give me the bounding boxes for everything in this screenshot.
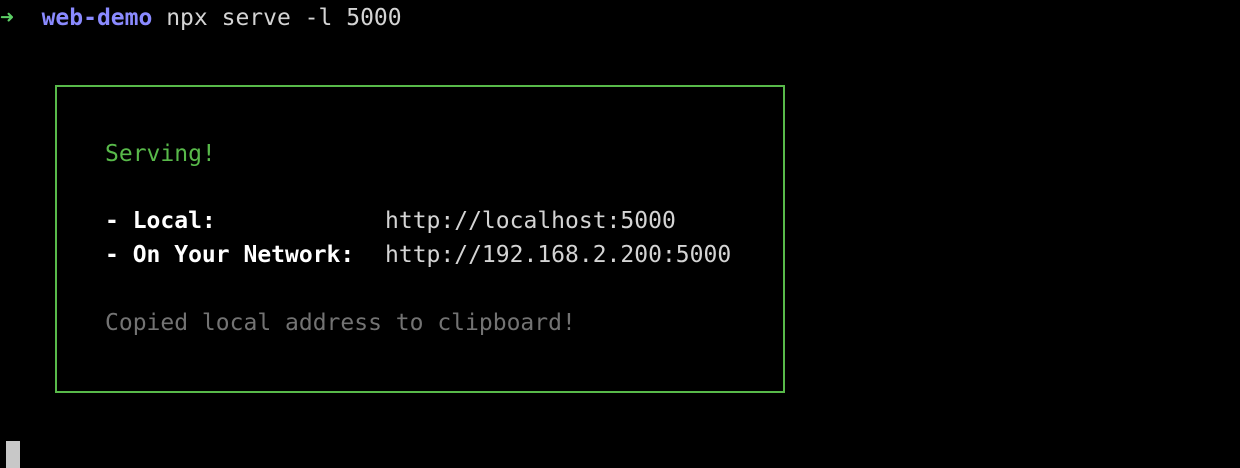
serving-status: Serving!	[105, 141, 216, 167]
prompt-arrow-icon: ➜	[0, 5, 14, 31]
terminal-cursor[interactable]	[6, 441, 20, 468]
network-address-row: - On Your Network: http://192.168.2.200:5…	[105, 240, 731, 270]
local-address-row: - Local: http://localhost:5000	[105, 206, 676, 236]
serve-output-box: Serving! - Local: http://localhost:5000 -…	[55, 85, 785, 393]
network-label: - On Your Network:	[105, 242, 355, 268]
clipboard-message: Copied local address to clipboard!	[105, 310, 576, 336]
prompt-command: npx serve -l 5000	[166, 5, 402, 31]
local-label: - Local:	[105, 208, 216, 234]
prompt-line: ➜ web-demo npx serve -l 5000	[0, 3, 402, 33]
prompt-directory: web-demo	[41, 5, 153, 31]
network-url-link[interactable]: http://192.168.2.200:5000	[385, 242, 731, 268]
local-url-link[interactable]: http://localhost:5000	[385, 208, 676, 234]
